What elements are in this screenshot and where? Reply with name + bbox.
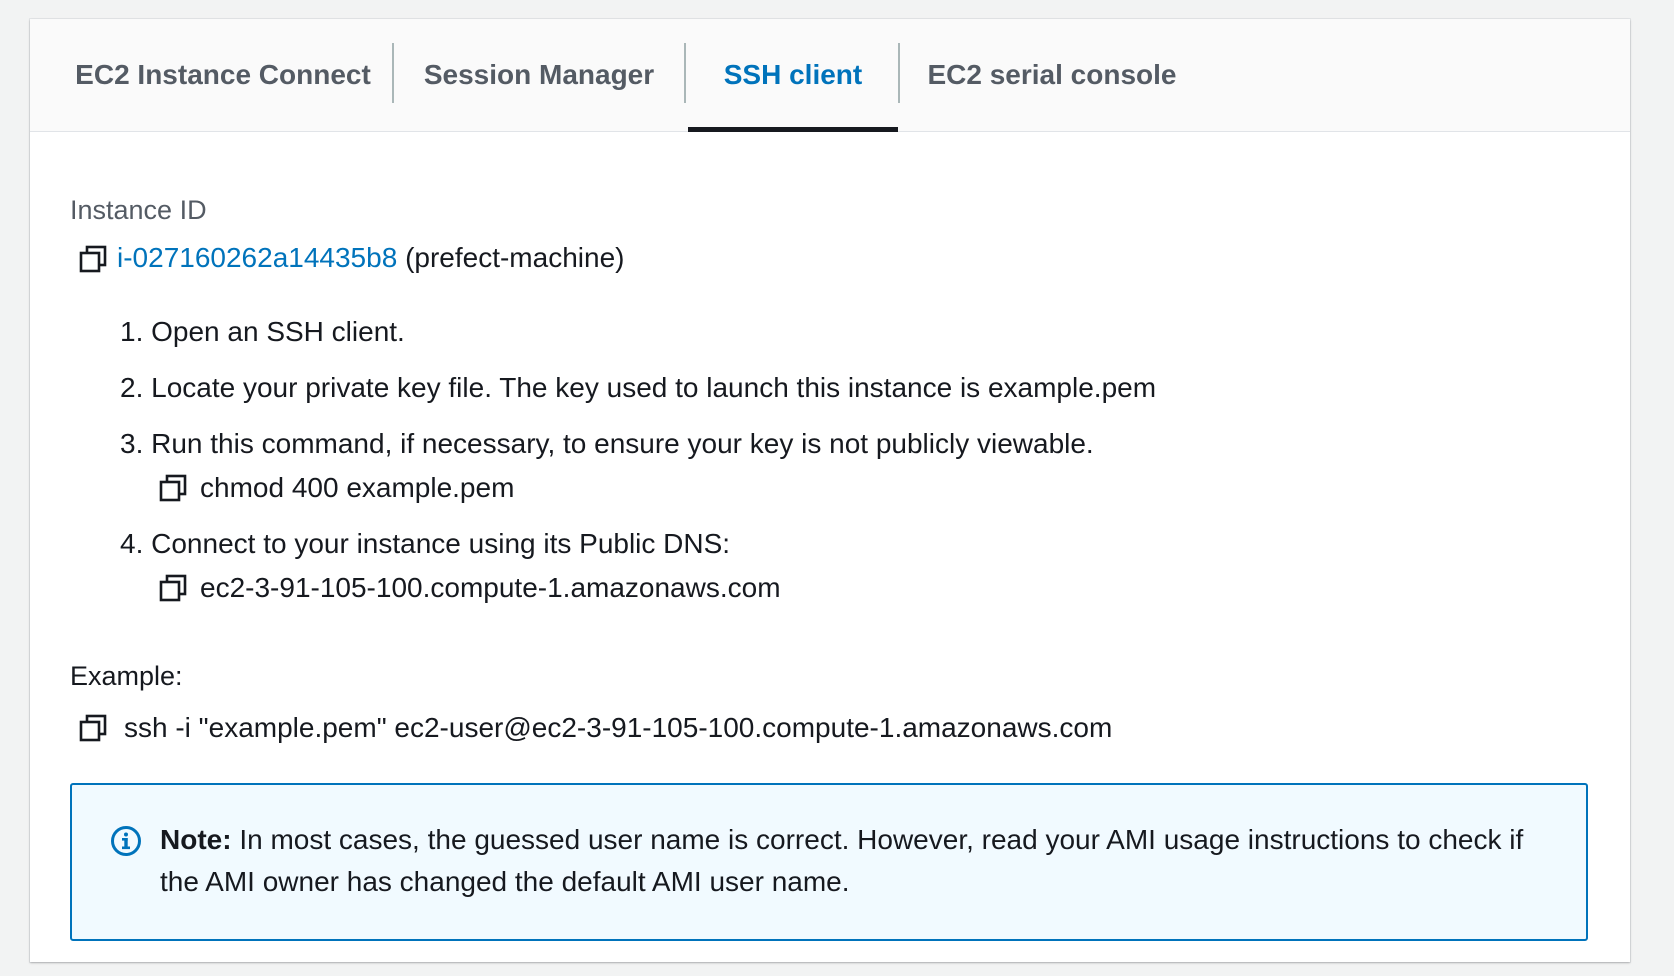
connect-panel: EC2 Instance Connect Session Manager SSH…: [30, 19, 1630, 962]
step-3: 3. Run this command, if necessary, to en…: [120, 428, 1094, 459]
note-body: In most cases, the guessed user name is …: [160, 824, 1524, 897]
tab-ssh-client[interactable]: SSH client: [688, 19, 898, 132]
tab-divider: [898, 43, 900, 103]
tab-session-manager[interactable]: Session Manager: [394, 19, 684, 131]
chmod-command: chmod 400 example.pem: [200, 472, 515, 503]
info-alert: Note: In most cases, the guessed user na…: [70, 783, 1588, 941]
ssh-client-content: Instance ID i-027160262a14435b8 (prefect…: [70, 131, 1590, 962]
copy-icon[interactable]: [78, 244, 108, 274]
example-ssh-command: ssh -i "example.pem" ec2-user@ec2-3-91-1…: [124, 712, 1113, 743]
step-4: 4. Connect to your instance using its Pu…: [120, 528, 731, 559]
note-text: Note: In most cases, the guessed user na…: [160, 819, 1560, 903]
note-bold-label: Note:: [160, 824, 232, 855]
instance-id-row: i-027160262a14435b8 (prefect-machine): [117, 241, 624, 275]
instance-id-label: Instance ID: [70, 195, 207, 225]
tab-divider: [684, 43, 686, 103]
copy-icon[interactable]: [78, 713, 108, 743]
example-label: Example:: [70, 661, 183, 691]
tab-ec2-instance-connect[interactable]: EC2 Instance Connect: [70, 19, 376, 131]
instance-id-link[interactable]: i-027160262a14435b8: [117, 242, 397, 273]
public-dns-command: ec2-3-91-105-100.compute-1.amazonaws.com: [200, 572, 781, 603]
tab-ec2-serial-console[interactable]: EC2 serial console: [908, 19, 1196, 131]
copy-icon[interactable]: [158, 473, 188, 503]
copy-icon[interactable]: [158, 573, 188, 603]
step-1: 1. Open an SSH client.: [120, 316, 405, 347]
info-icon: [110, 825, 142, 857]
step-2: 2. Locate your private key file. The key…: [120, 372, 1157, 403]
tab-bar: EC2 Instance Connect Session Manager SSH…: [30, 19, 1630, 132]
instance-name: (prefect-machine): [405, 242, 625, 273]
